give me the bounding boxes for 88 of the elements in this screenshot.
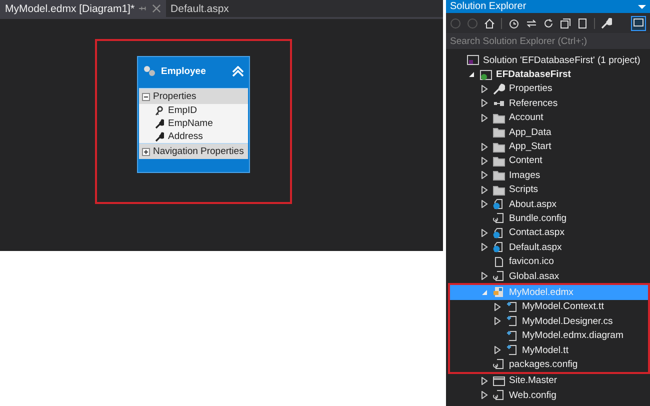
tree-item[interactable]: Bundle.config bbox=[450, 211, 648, 226]
tree-item[interactable]: Account bbox=[450, 110, 648, 125]
dropdown-icon[interactable] bbox=[638, 4, 646, 10]
folder-icon bbox=[493, 126, 505, 138]
tree-item[interactable]: favicon.ico bbox=[450, 254, 648, 269]
expand-icon[interactable] bbox=[481, 228, 488, 237]
tree-item[interactable]: Properties bbox=[450, 82, 648, 96]
tree-item[interactable]: App_Data bbox=[450, 124, 648, 140]
property-name[interactable]: EmpName bbox=[168, 118, 213, 129]
close-icon[interactable] bbox=[152, 4, 161, 13]
expand-icon[interactable] bbox=[481, 200, 488, 208]
tree-item[interactable]: MyModel.Designer.cs bbox=[450, 314, 648, 328]
document-tab[interactable]: MyModel.edmx [Diagram1]* bbox=[0, 0, 166, 17]
expand-icon[interactable] bbox=[494, 346, 501, 354]
property-name[interactable]: Address bbox=[168, 131, 203, 142]
expand-icon[interactable] bbox=[481, 186, 488, 194]
tree-item[interactable]: App_Start bbox=[450, 139, 648, 154]
tree-item[interactable]: Scripts bbox=[450, 182, 648, 197]
tree-item[interactable]: Default.aspx bbox=[450, 240, 648, 254]
expand-icon[interactable] bbox=[481, 171, 488, 180]
refresh-icon[interactable] bbox=[543, 18, 554, 28]
folder-icon bbox=[493, 184, 505, 196]
tree-item[interactable]: Images bbox=[450, 168, 648, 183]
expand-icon[interactable] bbox=[481, 272, 488, 280]
preview-icon[interactable] bbox=[631, 16, 646, 30]
expand-icon[interactable] bbox=[481, 243, 488, 252]
tree-item[interactable]: Solution 'EFDatabaseFirst' (1 project) bbox=[450, 53, 648, 68]
project-icon bbox=[480, 68, 492, 81]
document-icon bbox=[493, 389, 505, 402]
master-page-icon bbox=[493, 374, 505, 387]
template-file-icon bbox=[506, 300, 518, 313]
expand-icon[interactable] bbox=[481, 376, 488, 385]
tree-item[interactable]: MyModel.Context.tt bbox=[450, 300, 648, 314]
key-icon bbox=[155, 106, 164, 116]
web-page-icon bbox=[493, 226, 505, 239]
wrench-icon bbox=[155, 118, 164, 128]
web-page-icon bbox=[493, 241, 505, 254]
collapse-toggle-icon[interactable] bbox=[142, 148, 150, 156]
collapse-toggle-icon[interactable] bbox=[142, 92, 150, 100]
model-icon bbox=[493, 286, 505, 298]
expand-icon[interactable] bbox=[494, 317, 501, 326]
expand-icon[interactable] bbox=[481, 391, 488, 400]
sync-icon[interactable] bbox=[526, 18, 537, 28]
template-file-icon bbox=[506, 330, 518, 342]
tree-item[interactable]: MyModel.edmx.diagram bbox=[450, 328, 648, 343]
wrench-icon[interactable] bbox=[601, 18, 612, 28]
expand-icon[interactable] bbox=[481, 142, 488, 151]
tree-item[interactable]: Site.Master bbox=[450, 374, 648, 388]
tree-item[interactable]: MyModel.tt bbox=[450, 342, 648, 358]
document-icon bbox=[493, 358, 505, 370]
tree-item[interactable]: packages.config bbox=[450, 357, 648, 372]
document-icon bbox=[493, 212, 505, 224]
tree-item[interactable]: Content bbox=[450, 154, 648, 168]
web-page-icon bbox=[493, 198, 505, 210]
expand-icon[interactable] bbox=[481, 114, 488, 122]
collapse-icon[interactable] bbox=[468, 71, 475, 78]
search-field[interactable]: Search Solution Explorer (Ctrl+;) bbox=[446, 33, 650, 49]
pin-icon[interactable] bbox=[138, 4, 148, 13]
template-file-icon bbox=[506, 315, 518, 328]
tree-item[interactable]: References bbox=[450, 96, 648, 111]
template-file-icon bbox=[506, 344, 518, 356]
section-header[interactable]: Properties bbox=[139, 88, 248, 104]
folder-icon bbox=[493, 169, 505, 182]
tree-item[interactable]: About.aspx bbox=[450, 196, 648, 212]
solution-icon bbox=[467, 54, 479, 66]
tree-item[interactable]: EFDatabaseFirst bbox=[450, 67, 648, 82]
folder-icon bbox=[493, 112, 505, 124]
wrench-icon bbox=[155, 132, 164, 142]
home-icon[interactable] bbox=[484, 18, 495, 28]
expand-icon[interactable] bbox=[494, 302, 501, 311]
panel-title: Solution Explorer bbox=[450, 1, 526, 12]
file-icon bbox=[493, 256, 505, 268]
wrench-icon bbox=[493, 82, 505, 95]
expand-icon[interactable] bbox=[481, 84, 488, 93]
section-header[interactable]: Navigation Properties bbox=[139, 143, 248, 159]
tree-item[interactable]: Contact.aspx bbox=[450, 226, 648, 240]
document-tab[interactable]: Default.aspx bbox=[166, 0, 234, 17]
entity-name: Employee bbox=[161, 66, 207, 76]
folder-icon bbox=[493, 154, 505, 167]
tree-item[interactable]: Web.config bbox=[450, 388, 648, 402]
document-icon bbox=[493, 270, 505, 282]
folder-icon bbox=[493, 140, 505, 153]
entity-icon bbox=[143, 65, 156, 77]
tree-item[interactable]: Global.asax bbox=[450, 268, 648, 284]
entity-card[interactable]: Employee Properties EmpID EmpName Address Navigation Properties bbox=[137, 56, 250, 173]
property-name[interactable]: EmpID bbox=[168, 105, 198, 116]
expand-icon[interactable] bbox=[481, 156, 488, 165]
expand-icon[interactable] bbox=[481, 99, 488, 108]
